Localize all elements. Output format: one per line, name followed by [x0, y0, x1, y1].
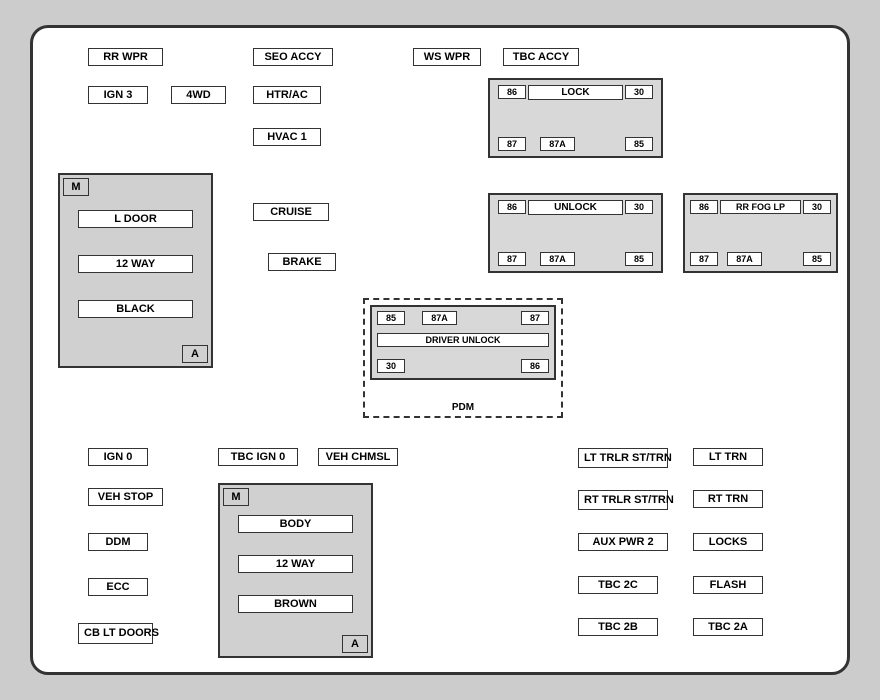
label-hvac1: HVAC 1: [253, 128, 321, 146]
label-locks: LOCKS: [693, 533, 763, 551]
label-lt-trn: LT TRN: [693, 448, 763, 466]
label-rt-trn: RT TRN: [693, 490, 763, 508]
relay-du-name: DRIVER UNLOCK: [377, 333, 549, 347]
relay-du-t86: 86: [521, 359, 549, 373]
pdm-block: 85 87A 87 DRIVER UNLOCK 30 86 PDM: [363, 298, 563, 418]
relay-fog-t85: 85: [803, 252, 831, 266]
label-tbc-accy: TBC ACCY: [503, 48, 579, 66]
label-ws-wpr: WS WPR: [413, 48, 481, 66]
connector-rb-a: A: [342, 635, 368, 653]
connector-rb-title: BODY: [238, 515, 353, 533]
relay-unlock-t86: 86: [498, 200, 526, 214]
relay-unlock-t87: 87: [498, 252, 526, 266]
label-tbc-2a: TBC 2A: [693, 618, 763, 636]
label-aux-pwr2: AUX PWR 2: [578, 533, 668, 551]
label-4wd: 4WD: [171, 86, 226, 104]
relay-fog-name: RR FOG LP: [720, 200, 801, 214]
label-cruise: CRUISE: [253, 203, 329, 221]
relay-unlock: 86 30 UNLOCK 87 87A 85: [488, 193, 663, 273]
connector-rb-color: BROWN: [238, 595, 353, 613]
relay-du-t87: 87: [521, 311, 549, 325]
main-container: RR WPR SEO ACCY WS WPR TBC ACCY IGN 3 4W…: [30, 25, 850, 675]
label-tbc-ign0: TBC IGN 0: [218, 448, 298, 466]
label-ddm: DDM: [88, 533, 148, 551]
relay-du-t30: 30: [377, 359, 405, 373]
relay-fog-t86: 86: [690, 200, 718, 214]
label-tbc-2c: TBC 2C: [578, 576, 658, 594]
relay-fog-t87a: 87A: [727, 252, 762, 266]
relay-lock-t86: 86: [498, 85, 526, 99]
label-flash: FLASH: [693, 576, 763, 594]
label-veh-stop: VEH STOP: [88, 488, 163, 506]
label-cb-lt-doors: CB LT DOORS: [78, 623, 153, 644]
relay-du-t85: 85: [377, 311, 405, 325]
label-lt-trlr: LT TRLR ST/TRN: [578, 448, 668, 468]
relay-unlock-t87a: 87A: [540, 252, 575, 266]
relay-lock-t30: 30: [625, 85, 653, 99]
relay-lock-t87: 87: [498, 137, 526, 151]
connector-left-way: 12 WAY: [78, 255, 193, 273]
relay-fog-t30: 30: [803, 200, 831, 214]
connector-left: M L DOOR 12 WAY BLACK A: [58, 173, 213, 368]
label-ign3: IGN 3: [88, 86, 148, 104]
relay-lock-name: LOCK: [528, 85, 623, 100]
connector-left-color: BLACK: [78, 300, 193, 318]
label-tbc-2b: TBC 2B: [578, 618, 658, 636]
connector-left-m: M: [63, 178, 89, 196]
relay-unlock-t30: 30: [625, 200, 653, 214]
connector-left-title: L DOOR: [78, 210, 193, 228]
label-ign0: IGN 0: [88, 448, 148, 466]
relay-fog-t87: 87: [690, 252, 718, 266]
connector-left-a: A: [182, 345, 208, 363]
label-brake: BRAKE: [268, 253, 336, 271]
relay-du-t87a: 87A: [422, 311, 457, 325]
label-seo-accy: SEO ACCY: [253, 48, 333, 66]
label-htr-ac: HTR/AC: [253, 86, 321, 104]
label-rr-wpr: RR WPR: [88, 48, 163, 66]
relay-unlock-t85: 85: [625, 252, 653, 266]
label-veh-chmsl: VEH CHMSL: [318, 448, 398, 466]
connector-right-bottom: M BODY 12 WAY BROWN A: [218, 483, 373, 658]
label-rt-trlr: RT TRLR ST/TRN: [578, 490, 668, 510]
pdm-label: PDM: [452, 402, 474, 413]
relay-rr-fog: 86 30 RR FOG LP 87 87A 85: [683, 193, 838, 273]
relay-driver-unlock: 85 87A 87 DRIVER UNLOCK 30 86: [370, 305, 556, 380]
relay-lock-t85: 85: [625, 137, 653, 151]
connector-rb-way: 12 WAY: [238, 555, 353, 573]
connector-rb-m: M: [223, 488, 249, 506]
label-ecc: ECC: [88, 578, 148, 596]
relay-unlock-name: UNLOCK: [528, 200, 623, 215]
relay-lock-t87a: 87A: [540, 137, 575, 151]
relay-lock: 86 30 LOCK 87 87A 85: [488, 78, 663, 158]
